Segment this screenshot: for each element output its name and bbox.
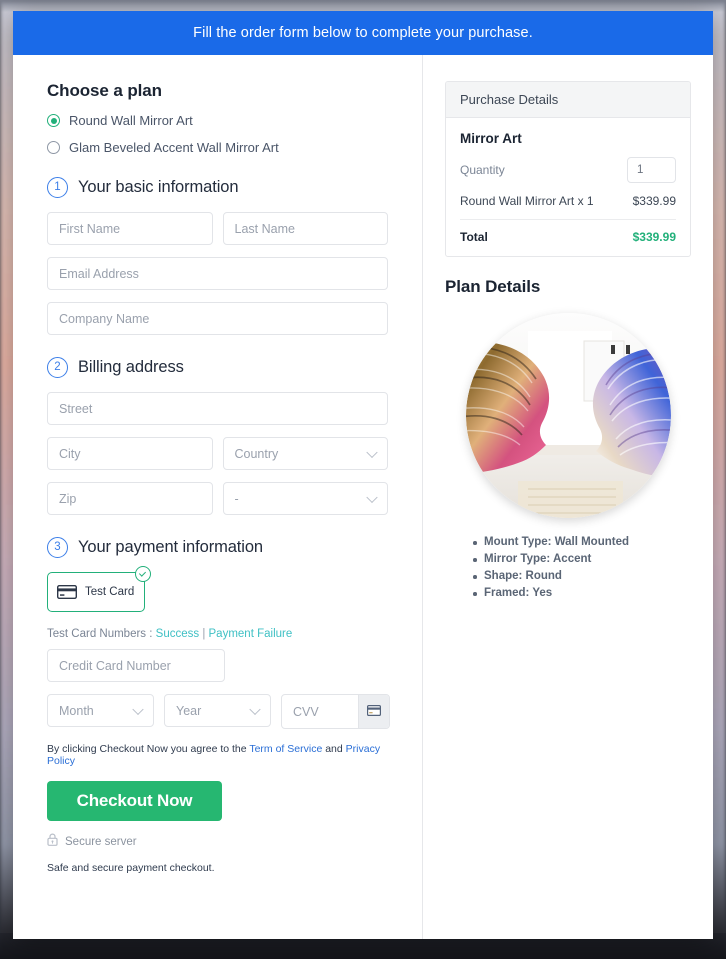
- checkout-now-button[interactable]: Checkout Now: [47, 781, 222, 821]
- credit-card-number-input[interactable]: Credit Card Number: [47, 649, 225, 682]
- expiry-month-select[interactable]: Month: [47, 694, 154, 727]
- quantity-row: Quantity 1: [460, 157, 676, 183]
- country-select[interactable]: Country: [222, 437, 388, 470]
- check-circle-icon: [135, 566, 151, 582]
- name-row: First Name Last Name: [47, 212, 388, 245]
- expiry-month-value: Month: [59, 703, 94, 718]
- list-item: Shape: Round: [473, 570, 691, 582]
- chevron-down-icon: [132, 703, 144, 715]
- cvv-help-button[interactable]: [358, 695, 389, 728]
- chevron-down-icon: [366, 491, 378, 503]
- terms-middle: and: [322, 743, 346, 755]
- step-3-header: 3 Your payment information: [47, 537, 388, 558]
- secure-server-label: Secure server: [65, 836, 137, 848]
- purchase-details-body: Mirror Art Quantity 1 Round Wall Mirror …: [446, 118, 690, 256]
- cvv-field-group: CVV: [281, 694, 390, 729]
- chevron-down-icon: [249, 703, 261, 715]
- radio-icon-selected[interactable]: [47, 114, 60, 127]
- purchase-details-header: Purchase Details: [446, 82, 690, 118]
- credit-card-icon: [56, 584, 78, 600]
- step-number-badge: 2: [47, 357, 68, 378]
- step-3-title: Your payment information: [78, 538, 264, 556]
- company-name-input[interactable]: Company Name: [47, 302, 388, 335]
- total-row: Total $339.99: [460, 220, 676, 244]
- first-name-input[interactable]: First Name: [47, 212, 213, 245]
- secure-server-note: Secure server: [47, 833, 388, 851]
- terms-line: By clicking Checkout Now you agree to th…: [47, 743, 388, 767]
- term-of-service-link[interactable]: Term of Service: [249, 743, 322, 755]
- email-row: Email Address: [47, 257, 388, 290]
- test-card-payment-method[interactable]: Test Card: [47, 566, 151, 612]
- credit-card-icon: [367, 703, 382, 721]
- top-banner: Fill the order form below to complete yo…: [13, 11, 713, 55]
- list-item: Mirror Type: Accent: [473, 553, 691, 565]
- chevron-down-icon: [366, 446, 378, 458]
- list-item: Framed: Yes: [473, 587, 691, 599]
- payment-failure-test-card-link[interactable]: Payment Failure: [209, 628, 293, 640]
- success-test-card-link[interactable]: Success: [156, 628, 199, 640]
- line-item-label: Round Wall Mirror Art x 1: [460, 194, 594, 208]
- zip-state-row: Zip -: [47, 482, 388, 515]
- checkout-page: Fill the order form below to complete yo…: [13, 11, 713, 939]
- plan-option-round-wall-mirror-art[interactable]: Round Wall Mirror Art: [47, 113, 388, 128]
- expiry-year-value: Year: [176, 703, 202, 718]
- total-price: $339.99: [632, 230, 676, 244]
- terms-prefix: By clicking Checkout Now you agree to th…: [47, 743, 250, 755]
- summary-column: Purchase Details Mirror Art Quantity 1 R…: [423, 55, 713, 939]
- plan-details-heading: Plan Details: [445, 277, 541, 296]
- test-card-numbers-line: Test Card Numbers : Success | Payment Fa…: [47, 628, 388, 640]
- step-1-title: Your basic information: [78, 178, 239, 196]
- state-select-value: -: [234, 491, 239, 506]
- email-input[interactable]: Email Address: [47, 257, 388, 290]
- plan-option-label: Round Wall Mirror Art: [69, 113, 193, 128]
- test-card-label: Test Card: [85, 586, 135, 598]
- plan-option-glam-beveled-accent-wall-mirror-art[interactable]: Glam Beveled Accent Wall Mirror Art: [47, 140, 388, 155]
- cvv-input[interactable]: CVV: [282, 695, 358, 728]
- card-expiry-cvv-row: Month Year CVV: [47, 694, 390, 729]
- country-select-value: Country: [234, 446, 279, 461]
- credit-card-number-row: Credit Card Number: [47, 649, 388, 682]
- city-country-row: City Country: [47, 437, 388, 470]
- line-item-price: $339.99: [632, 194, 676, 208]
- radio-icon-unselected[interactable]: [47, 141, 60, 154]
- step-2-title: Billing address: [78, 358, 184, 376]
- plan-features-list: Mount Type: Wall Mounted Mirror Type: Ac…: [445, 536, 691, 599]
- total-label: Total: [460, 230, 488, 244]
- last-name-input[interactable]: Last Name: [222, 212, 388, 245]
- choose-plan-heading: Choose a plan: [47, 81, 162, 100]
- list-item: Mount Type: Wall Mounted: [473, 536, 691, 548]
- quantity-input[interactable]: 1: [627, 157, 676, 183]
- company-row: Company Name: [47, 302, 388, 335]
- step-2-header: 2 Billing address: [47, 357, 388, 378]
- test-card-numbers-label: Test Card Numbers :: [47, 628, 156, 640]
- plan-product-image: [465, 313, 671, 518]
- zip-input[interactable]: Zip: [47, 482, 213, 515]
- line-item-row: Round Wall Mirror Art x 1 $339.99: [460, 194, 676, 220]
- city-input[interactable]: City: [47, 437, 213, 470]
- lock-icon: [47, 833, 58, 851]
- step-number-badge: 1: [47, 177, 68, 198]
- product-title: Mirror Art: [460, 131, 522, 146]
- link-separator: |: [199, 628, 209, 640]
- step-1-header: 1 Your basic information: [47, 177, 388, 198]
- state-select[interactable]: -: [222, 482, 388, 515]
- step-number-badge: 3: [47, 537, 68, 558]
- expiry-year-select[interactable]: Year: [164, 694, 271, 727]
- street-row: Street: [47, 392, 388, 425]
- street-input[interactable]: Street: [47, 392, 388, 425]
- order-form-column: Choose a plan Round Wall Mirror Art Glam…: [13, 55, 422, 939]
- quantity-label: Quantity: [460, 163, 505, 177]
- safe-checkout-note: Safe and secure payment checkout.: [47, 862, 215, 874]
- plan-image-wrapper: [445, 313, 691, 518]
- plan-option-label: Glam Beveled Accent Wall Mirror Art: [69, 140, 279, 155]
- page-body: Choose a plan Round Wall Mirror Art Glam…: [13, 55, 713, 939]
- banner-text: Fill the order form below to complete yo…: [193, 25, 533, 41]
- purchase-details-card: Purchase Details Mirror Art Quantity 1 R…: [445, 81, 691, 257]
